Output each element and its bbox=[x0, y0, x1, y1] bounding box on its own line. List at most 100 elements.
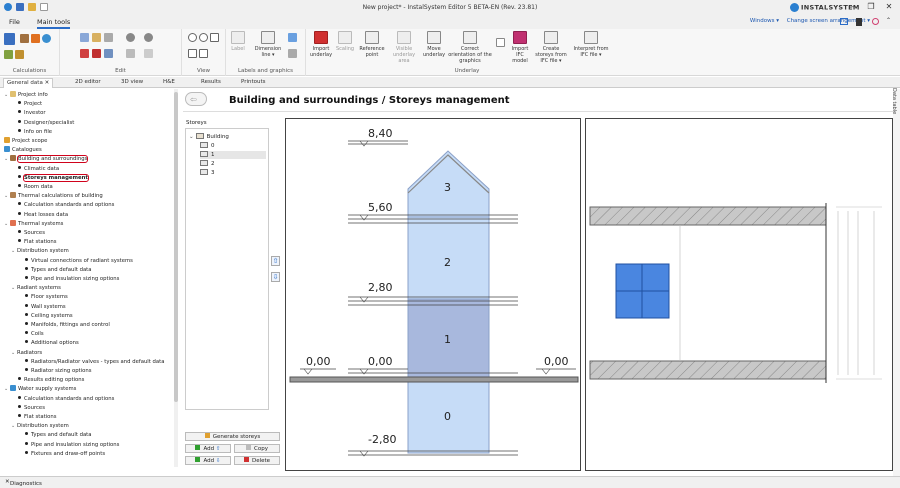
tree-item-radiators[interactable]: ⌄ Radiators bbox=[11, 349, 42, 357]
tree-item-types-default[interactable]: Types and default data bbox=[25, 266, 92, 274]
cut-icon[interactable] bbox=[80, 49, 89, 58]
label-button[interactable]: Label bbox=[230, 31, 246, 52]
table-icon[interactable] bbox=[15, 50, 24, 59]
dimension-line-button[interactable]: Dimension line ▾ bbox=[252, 31, 284, 58]
wall-detail-view[interactable] bbox=[585, 118, 893, 471]
tree-item-ws-types-default[interactable]: Types and default data bbox=[25, 431, 92, 439]
copy-button[interactable]: Copy bbox=[234, 444, 280, 453]
tree-item-climatic[interactable]: Climatic data bbox=[18, 165, 59, 173]
storey-item-2[interactable]: 2 bbox=[200, 160, 215, 168]
zoom-window-icon[interactable] bbox=[188, 49, 197, 58]
section-view[interactable]: 8,40 5,60 2,80 0,00 0,00 0,00 -2,80 3 2 … bbox=[285, 118, 581, 471]
tree-item-ws-pipe-sizing[interactable]: Pipe and insulation sizing options bbox=[25, 441, 119, 449]
tree-item-thermal-systems[interactable]: ⌄ Thermal systems bbox=[4, 219, 63, 228]
tree-item-virtual-conn[interactable]: Virtual connections of radiant systems bbox=[25, 257, 133, 265]
pan-icon[interactable] bbox=[199, 49, 208, 58]
visible-underlay-button[interactable]: Visible underlay area bbox=[388, 31, 420, 64]
tree-item-ws-flat-stations[interactable]: Flat stations bbox=[18, 413, 57, 421]
move-underlay-button[interactable]: Move underlay bbox=[422, 31, 446, 58]
tree-item-project-scope[interactable]: Project scope bbox=[4, 137, 47, 145]
add-down-button[interactable]: Add ⇩ bbox=[185, 456, 231, 465]
tree-item-ws-calc-standards[interactable]: Calculation standards and options bbox=[18, 395, 114, 403]
layout-icon[interactable] bbox=[840, 18, 848, 25]
tree-item-storeys-mgmt[interactable]: Storeys management bbox=[18, 173, 89, 182]
tree-item-heat-losses[interactable]: Heat losses data bbox=[18, 211, 68, 219]
data-table-side-tab[interactable]: Data table bbox=[891, 88, 897, 114]
minimize-button[interactable]: – bbox=[844, 2, 862, 11]
chevron-down-icon[interactable]: ⌄ bbox=[189, 134, 194, 140]
tab-close-icon[interactable]: ✕ bbox=[45, 80, 50, 86]
delete-icon[interactable] bbox=[92, 49, 101, 58]
tree-item-project[interactable]: Project bbox=[18, 100, 42, 108]
tree-item-building[interactable]: ⌄ Building and surroundings bbox=[4, 155, 89, 164]
select-icon[interactable] bbox=[104, 49, 113, 58]
sheet-icon[interactable] bbox=[4, 50, 13, 59]
storey-item-3[interactable]: 3 bbox=[200, 169, 215, 177]
tab-printouts[interactable]: Printouts bbox=[238, 78, 269, 88]
diagnostics-tab[interactable]: Diagnostics ✕ bbox=[5, 479, 42, 487]
line-style-icon[interactable] bbox=[288, 49, 297, 58]
tree-item-calc-standards[interactable]: Calculation standards and options bbox=[18, 201, 114, 209]
zoom-fit-icon[interactable] bbox=[210, 33, 219, 42]
restore-button[interactable]: ❐ bbox=[862, 2, 880, 11]
settings-icon[interactable] bbox=[872, 18, 879, 25]
storey-item-1[interactable]: 1 bbox=[200, 151, 266, 159]
tree-item-distribution[interactable]: ⌄ Distribution system bbox=[11, 247, 69, 255]
tree-item-investor[interactable]: Investor bbox=[18, 109, 46, 117]
close-button[interactable]: ✕ bbox=[880, 2, 898, 11]
tree-item-thermal-calc[interactable]: ⌄ Thermal calculations of building bbox=[4, 192, 103, 200]
tree-item-floor-systems[interactable]: Floor systems bbox=[25, 293, 68, 301]
tree-item-room-data[interactable]: Room data bbox=[18, 183, 53, 191]
grid-icon[interactable] bbox=[144, 49, 153, 58]
tree-item-water-supply[interactable]: ⌄ Water supply systems bbox=[4, 385, 76, 393]
tab-3d-view[interactable]: 3D view bbox=[118, 78, 146, 88]
move-down-button[interactable]: ⇩ bbox=[271, 272, 280, 282]
duplicate-icon[interactable] bbox=[104, 33, 113, 42]
tree-item-catalogues[interactable]: Catalogues bbox=[4, 146, 42, 154]
tree-item-fixtures[interactable]: Fixtures and draw-off points bbox=[25, 450, 105, 458]
text-style-icon[interactable] bbox=[288, 33, 297, 42]
paste-icon[interactable] bbox=[92, 33, 101, 42]
tree-item-sources[interactable]: Sources bbox=[18, 229, 45, 237]
tree-scrollbar-thumb[interactable] bbox=[174, 92, 178, 402]
tab-general-data[interactable]: General data ✕ bbox=[3, 78, 54, 88]
generate-storeys-button[interactable]: Generate storeys bbox=[185, 432, 280, 441]
building-icon[interactable] bbox=[20, 34, 29, 43]
zoom-in-icon[interactable] bbox=[188, 33, 197, 42]
copy-icon[interactable] bbox=[80, 33, 89, 42]
tab-2d-editor[interactable]: 2D editor bbox=[72, 78, 104, 88]
import-underlay-button[interactable]: Import underlay bbox=[310, 31, 332, 58]
tree-item-ws-distribution[interactable]: ⌄ Distribution system bbox=[11, 422, 69, 430]
scaling-button[interactable]: Scaling bbox=[335, 31, 355, 52]
undo-icon[interactable] bbox=[126, 33, 135, 42]
tree-item-radiator-valves[interactable]: Radiators/Radiator valves - types and de… bbox=[25, 358, 164, 366]
create-storeys-ifc-button[interactable]: Create storeys from IFC file ▾ bbox=[534, 31, 568, 64]
tree-item-ws-sources[interactable]: Sources bbox=[18, 404, 45, 412]
windows-dropdown[interactable]: Windows ▾ bbox=[750, 18, 779, 24]
redo-icon[interactable] bbox=[144, 33, 153, 42]
storey-item-0[interactable]: 0 bbox=[200, 142, 215, 150]
tree-item-manifolds[interactable]: Manifolds, fittings and control bbox=[25, 321, 110, 329]
grid-toggle-icon[interactable] bbox=[496, 38, 505, 47]
tree-item-radiant-systems[interactable]: ⌄ Radiant systems bbox=[11, 284, 61, 292]
tree-item-results-editing[interactable]: Results editing options bbox=[18, 376, 84, 384]
tree-item-ceiling-systems[interactable]: Ceiling systems bbox=[25, 312, 73, 320]
tree-item-wall-systems[interactable]: Wall systems bbox=[25, 303, 66, 311]
properties-icon[interactable] bbox=[126, 49, 135, 58]
calc-icon[interactable] bbox=[31, 34, 40, 43]
menu-file[interactable]: File bbox=[9, 18, 20, 26]
drop-icon[interactable] bbox=[42, 34, 51, 43]
tree-item-project-info[interactable]: ⌄ Project info bbox=[4, 91, 48, 99]
interpret-ifc-button[interactable]: Interpret from IFC file ▾ bbox=[572, 31, 610, 58]
delete-button[interactable]: Delete bbox=[234, 456, 280, 465]
tree-item-info-on-file[interactable]: Info on file bbox=[18, 128, 52, 136]
storey-building-node[interactable]: ⌄ Building bbox=[189, 133, 229, 141]
add-up-button[interactable]: Add ⇧ bbox=[185, 444, 231, 453]
tree-item-radiator-sizing[interactable]: Radiator sizing options bbox=[25, 367, 91, 375]
tree-item-pipe-sizing[interactable]: Pipe and insulation sizing options bbox=[25, 275, 119, 283]
reference-point-button[interactable]: Reference point bbox=[358, 31, 386, 58]
collapse-ribbon-icon[interactable]: ⌃ bbox=[886, 17, 891, 24]
tree-item-flat-stations[interactable]: Flat stations bbox=[18, 238, 57, 246]
import-ifc-button[interactable]: Import IFC model bbox=[508, 31, 532, 64]
move-up-button[interactable]: ⇧ bbox=[271, 256, 280, 266]
